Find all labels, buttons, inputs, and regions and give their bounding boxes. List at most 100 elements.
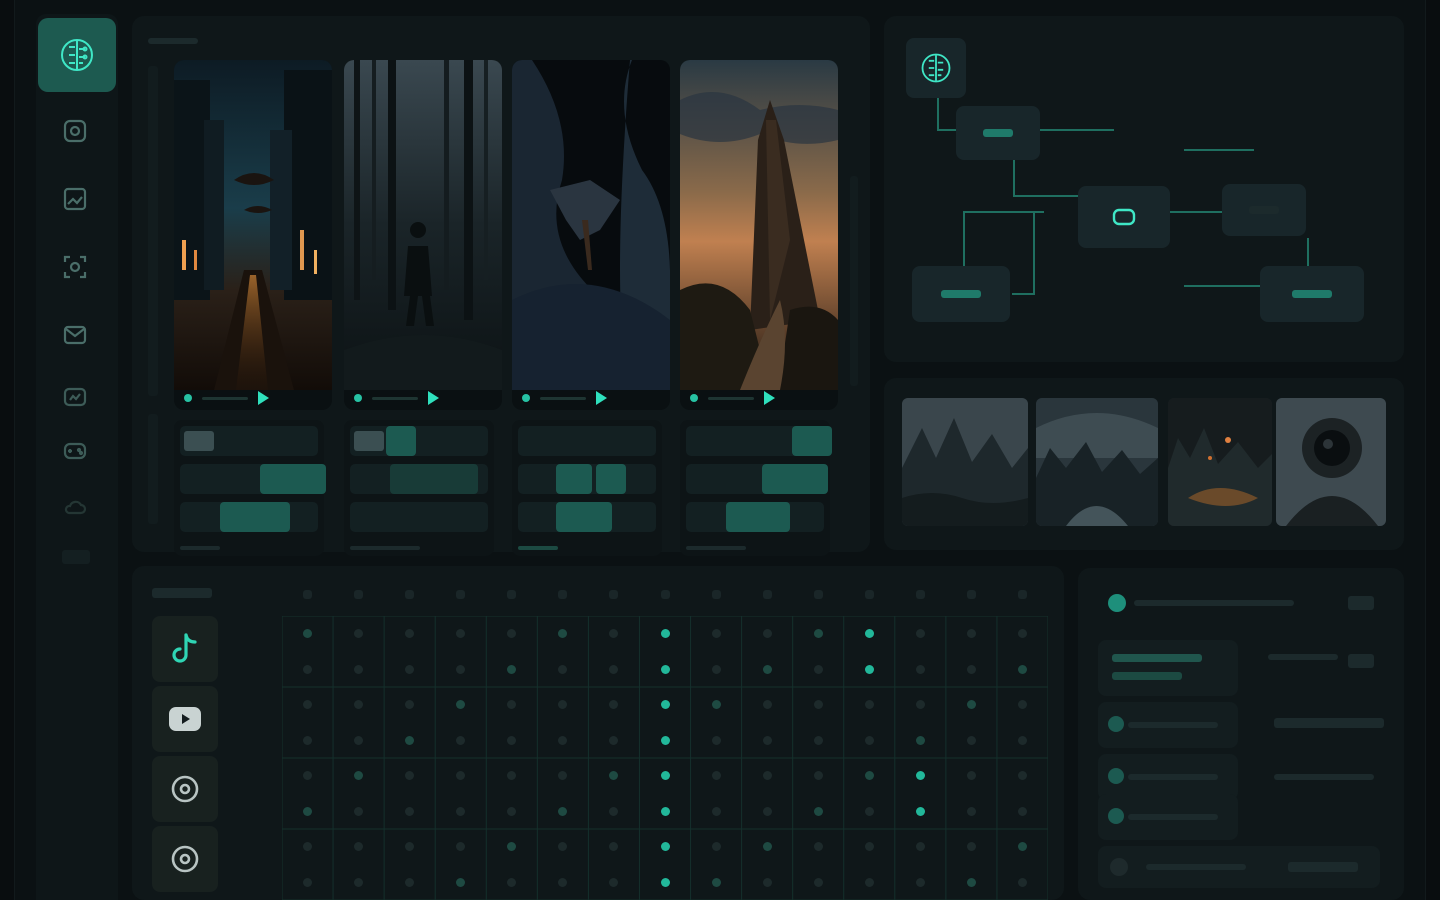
clip-chip[interactable]: [260, 464, 326, 494]
gallery-scroll-right[interactable]: [850, 176, 858, 386]
schedule-slot[interactable]: [456, 735, 466, 745]
chat-square-icon[interactable]: [60, 116, 90, 146]
schedule-slot[interactable]: [711, 629, 721, 639]
schedule-slot[interactable]: [660, 700, 670, 710]
playhead-dot[interactable]: [354, 394, 362, 402]
schedule-slot[interactable]: [711, 664, 721, 674]
schedule-slot[interactable]: [966, 664, 976, 674]
schedule-slot[interactable]: [813, 735, 823, 745]
clip-chip[interactable]: [390, 464, 478, 494]
thumbnail[interactable]: [1168, 398, 1272, 526]
toggle-knob[interactable]: [1108, 594, 1126, 612]
track-row[interactable]: [518, 464, 656, 494]
scrub-bar[interactable]: [372, 396, 418, 400]
column-header[interactable]: [864, 590, 874, 599]
clip-chip[interactable]: [762, 464, 828, 494]
schedule-slot[interactable]: [762, 664, 772, 674]
schedule-slot[interactable]: [660, 806, 670, 816]
schedule-slot[interactable]: [966, 735, 976, 745]
workflow-node[interactable]: [912, 266, 1010, 322]
schedule-slot[interactable]: [711, 842, 721, 852]
tiktok-icon[interactable]: [152, 616, 218, 682]
schedule-slot[interactable]: [762, 842, 772, 852]
schedule-slot[interactable]: [915, 877, 925, 887]
track-row[interactable]: [518, 426, 656, 456]
schedule-slot[interactable]: [303, 664, 313, 674]
column-header[interactable]: [303, 590, 313, 599]
setting-row[interactable]: [1098, 640, 1238, 696]
schedule-slot[interactable]: [711, 771, 721, 781]
schedule-slot[interactable]: [864, 629, 874, 639]
playhead-dot[interactable]: [184, 394, 192, 402]
schedule-slot[interactable]: [813, 629, 823, 639]
schedule-slot[interactable]: [456, 806, 466, 816]
schedule-slot[interactable]: [354, 806, 364, 816]
schedule-slot[interactable]: [354, 877, 364, 887]
schedule-slot[interactable]: [405, 806, 415, 816]
schedule-slot[interactable]: [864, 664, 874, 674]
schedule-slot[interactable]: [303, 877, 313, 887]
schedule-slot[interactable]: [762, 806, 772, 816]
scrub-bar[interactable]: [708, 396, 754, 400]
cloud-icon[interactable]: [60, 492, 90, 522]
schedule-slot[interactable]: [456, 664, 466, 674]
scan-face-icon[interactable]: [60, 252, 90, 282]
schedule-slot[interactable]: [813, 842, 823, 852]
schedule-slot[interactable]: [456, 877, 466, 887]
track-row[interactable]: [180, 502, 318, 532]
play-icon[interactable]: [428, 391, 439, 405]
threads-icon[interactable]: [152, 826, 218, 892]
gallery-scroll-left[interactable]: [148, 66, 158, 396]
schedule-slot[interactable]: [813, 877, 823, 887]
schedule-slot[interactable]: [813, 664, 823, 674]
column-header[interactable]: [660, 590, 670, 599]
track-row[interactable]: [350, 464, 488, 494]
brain-circuit-icon[interactable]: [906, 38, 966, 98]
schedule-slot[interactable]: [711, 700, 721, 710]
schedule-slot[interactable]: [507, 735, 517, 745]
setting-row[interactable]: [1098, 702, 1238, 748]
schedule-slot[interactable]: [966, 877, 976, 887]
media-card[interactable]: [680, 60, 838, 410]
schedule-slot[interactable]: [966, 806, 976, 816]
schedule-slot[interactable]: [864, 842, 874, 852]
schedule-slot[interactable]: [711, 877, 721, 887]
image-frame-icon[interactable]: [60, 184, 90, 214]
track-row[interactable]: [686, 464, 828, 494]
setting-toggle[interactable]: [1348, 654, 1374, 668]
media-box-icon[interactable]: [60, 382, 90, 412]
schedule-slot[interactable]: [507, 664, 517, 674]
column-header[interactable]: [813, 590, 823, 599]
mail-icon[interactable]: [60, 320, 90, 350]
clip-chip[interactable]: [596, 464, 626, 494]
schedule-slot[interactable]: [762, 877, 772, 887]
media-card[interactable]: [512, 60, 670, 410]
clip-chip[interactable]: [726, 502, 790, 532]
track-row[interactable]: [350, 426, 488, 456]
media-card[interactable]: [174, 60, 332, 410]
column-header[interactable]: [558, 590, 568, 599]
setting-value[interactable]: [1348, 596, 1374, 610]
track-row[interactable]: [518, 502, 656, 532]
gallery-scroll-left-lower[interactable]: [148, 414, 158, 524]
toggle-knob[interactable]: [1108, 768, 1124, 784]
column-header[interactable]: [915, 590, 925, 599]
schedule-slot[interactable]: [762, 735, 772, 745]
play-icon[interactable]: [596, 391, 607, 405]
schedule-slot[interactable]: [354, 664, 364, 674]
setting-row[interactable]: [1098, 846, 1380, 888]
playhead-dot[interactable]: [690, 394, 698, 402]
schedule-slot[interactable]: [864, 700, 874, 710]
column-header[interactable]: [609, 590, 619, 599]
youtube-icon[interactable]: [152, 686, 218, 752]
column-header[interactable]: [762, 590, 772, 599]
schedule-slot[interactable]: [303, 806, 313, 816]
column-header[interactable]: [405, 590, 415, 599]
toggle-knob[interactable]: [1108, 808, 1124, 824]
column-header[interactable]: [456, 590, 466, 599]
column-header[interactable]: [1017, 590, 1027, 599]
schedule-slot[interactable]: [660, 629, 670, 639]
schedule-slot[interactable]: [354, 735, 364, 745]
schedule-slot[interactable]: [660, 877, 670, 887]
track-row[interactable]: [350, 502, 488, 532]
